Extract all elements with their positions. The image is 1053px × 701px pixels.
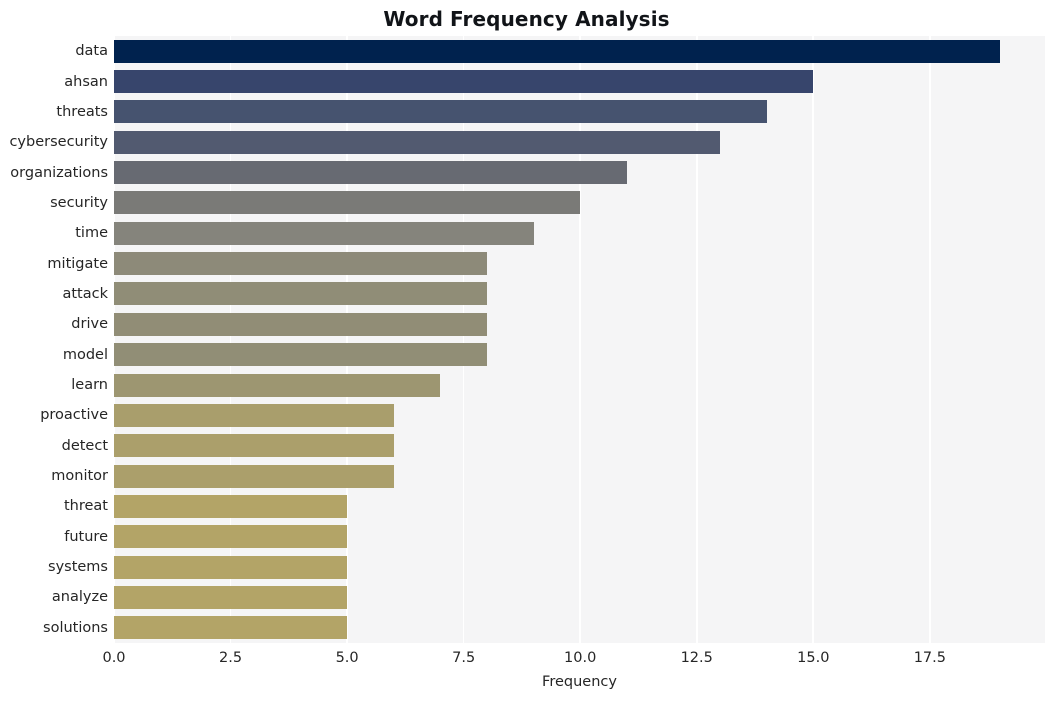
bar-learn[interactable] xyxy=(114,373,441,397)
bar-solutions[interactable] xyxy=(114,616,348,640)
bar-future[interactable] xyxy=(114,525,348,549)
y-tick-label-threats: threats xyxy=(56,103,108,120)
y-tick-label-analyze: analyze xyxy=(51,589,108,606)
bar-proactive[interactable] xyxy=(114,403,394,427)
bar-systems[interactable] xyxy=(114,555,348,579)
bar-detect[interactable] xyxy=(114,434,394,458)
x-gridline xyxy=(812,36,815,643)
figure-canvas: Word Frequency Analysis data ahsan threats… xyxy=(0,0,1053,701)
x-axis-label: Frequency xyxy=(542,674,617,690)
y-tick-label-cybersecurity: cybersecurity xyxy=(9,134,108,151)
x-tick-label-12.5: 12.5 xyxy=(680,650,713,666)
y-tick-label-data: data xyxy=(75,43,108,60)
y-tick-label-threat: threat xyxy=(63,498,108,515)
x-gridline xyxy=(579,36,581,643)
y-tick-label-time: time xyxy=(75,225,108,242)
bar-attack[interactable] xyxy=(114,282,487,306)
x-gridline xyxy=(695,36,698,643)
x-gridline xyxy=(929,36,931,643)
bar-threats[interactable] xyxy=(114,100,767,124)
bar-cybersecurity[interactable] xyxy=(114,130,721,154)
bar-mitigate[interactable] xyxy=(114,252,487,276)
bar-drive[interactable] xyxy=(114,312,487,336)
y-tick-label-solutions: solutions xyxy=(43,619,108,636)
x-tick-label-17.5: 17.5 xyxy=(913,650,946,666)
y-tick-label-drive: drive xyxy=(71,316,108,333)
bar-model[interactable] xyxy=(114,343,487,367)
y-tick-label-mitigate: mitigate xyxy=(47,255,108,272)
y-tick-label-organizations: organizations xyxy=(10,164,108,181)
bar-ahsan[interactable] xyxy=(114,70,814,94)
x-gridline xyxy=(229,36,232,643)
y-tick-label-attack: attack xyxy=(62,285,108,302)
y-tick-label-learn: learn xyxy=(71,377,108,394)
bar-monitor[interactable] xyxy=(114,464,394,488)
x-tick-label-2.5: 2.5 xyxy=(219,650,243,666)
bar-threat[interactable] xyxy=(114,494,348,518)
y-tick-label-ahsan: ahsan xyxy=(64,73,108,90)
x-gridline xyxy=(114,36,115,643)
x-gridline xyxy=(462,36,465,643)
bar-data[interactable] xyxy=(114,39,1000,63)
x-tick-label-10.0: 10.0 xyxy=(564,650,597,666)
y-tick-label-systems: systems xyxy=(48,559,108,576)
chart-title: Word Frequency Analysis xyxy=(383,7,670,31)
y-tick-label-proactive: proactive xyxy=(40,407,108,424)
plot-area xyxy=(114,36,1045,643)
x-tick-label-5.0: 5.0 xyxy=(335,650,359,666)
y-tick-label-security: security xyxy=(50,194,108,211)
x-gridline xyxy=(346,36,348,643)
y-axis-tick-labels: data ahsan threats cybersecurity organizatio… xyxy=(0,36,108,643)
x-tick-label-0.0: 0.0 xyxy=(102,650,126,666)
y-tick-label-monitor: monitor xyxy=(51,468,108,485)
bar-organizations[interactable] xyxy=(114,161,627,185)
x-tick-label-15.0: 15.0 xyxy=(797,650,830,666)
y-tick-label-future: future xyxy=(64,528,108,545)
x-tick-label-7.5: 7.5 xyxy=(452,650,476,666)
x-axis-tick-labels: 0.0 2.5 5.0 7.5 10.0 12.5 15.0 17.5 xyxy=(102,643,1045,673)
bar-security[interactable] xyxy=(114,191,581,215)
bar-time[interactable] xyxy=(114,221,534,245)
y-tick-label-model: model xyxy=(62,346,108,363)
bar-analyze[interactable] xyxy=(114,585,348,609)
y-tick-label-detect: detect xyxy=(61,437,108,454)
